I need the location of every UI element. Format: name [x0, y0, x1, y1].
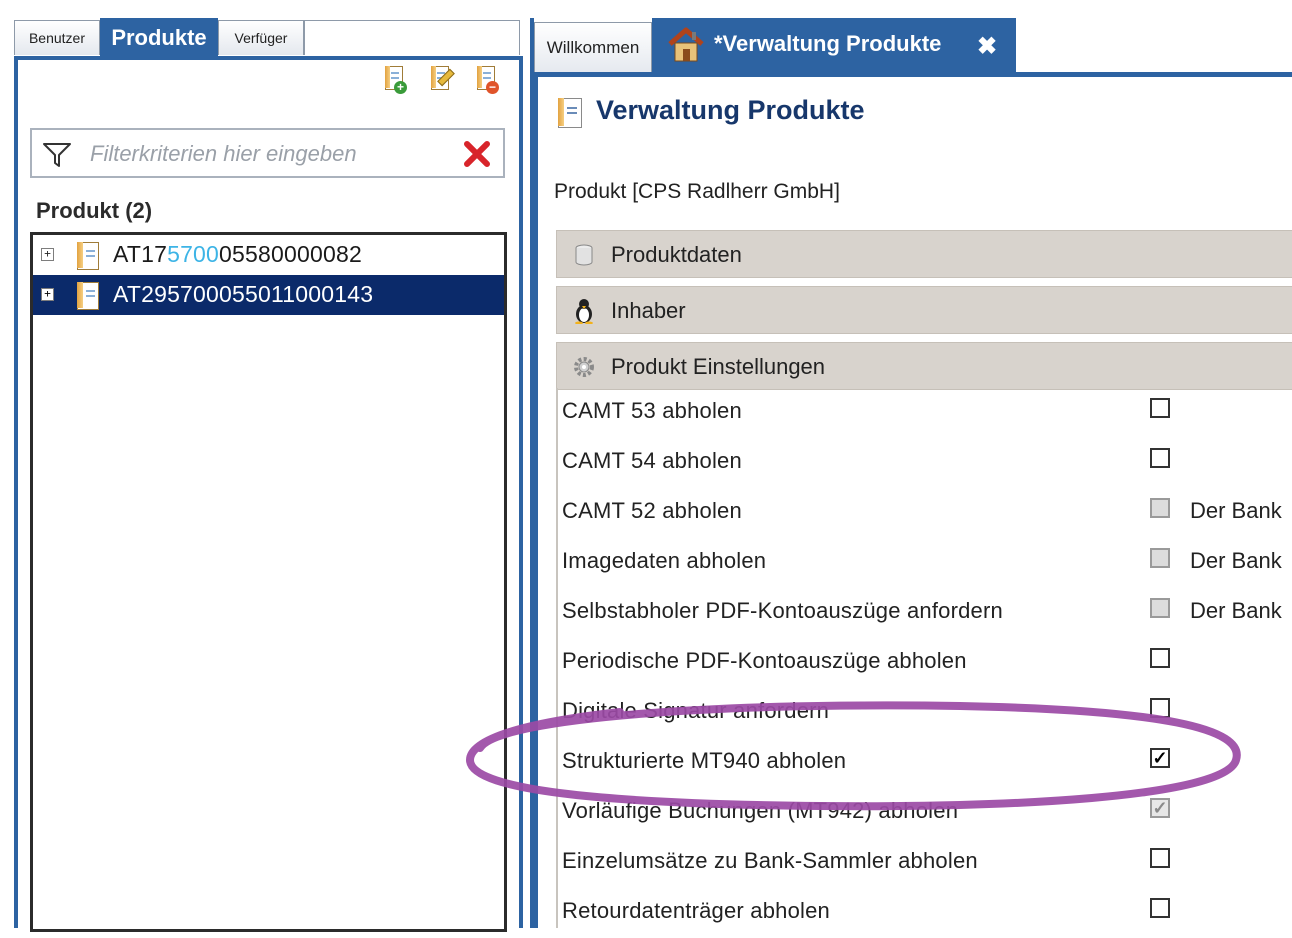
delete-product-button[interactable]: − — [471, 64, 501, 96]
tab-verfueger[interactable]: Verfüger — [218, 20, 304, 55]
entity-label: Produkt [CPS Radlherr GmbH] — [554, 180, 840, 203]
gear-icon — [574, 357, 594, 377]
setting-checkbox: ✓ — [1150, 798, 1170, 818]
person-icon — [575, 299, 593, 324]
section-label: Produkt Einstellungen — [611, 354, 826, 379]
setting-label: CAMT 54 abholen — [562, 448, 742, 473]
bank-note: Der Bank — [1190, 598, 1282, 623]
tab-benutzer[interactable]: Benutzer — [14, 20, 100, 55]
setting-checkbox[interactable] — [1150, 398, 1170, 418]
tab-willkommen[interactable]: Willkommen — [534, 22, 652, 73]
setting-label: Strukturierte MT940 abholen — [562, 748, 847, 773]
setting-checkbox[interactable] — [1150, 898, 1170, 918]
setting-label: Retourdatenträger abholen — [562, 898, 830, 923]
setting-label: Periodische PDF-Kontoauszüge abholen — [562, 648, 967, 673]
filter-input[interactable] — [88, 138, 452, 170]
setting-label: Imagedaten abholen — [562, 548, 767, 573]
setting-label: CAMT 53 abholen — [562, 398, 742, 423]
setting-checkbox[interactable] — [1150, 698, 1170, 718]
section-label: Inhaber — [611, 298, 686, 323]
setting-row: Periodische PDF-Kontoauszüge abholen — [558, 638, 1292, 688]
setting-row: Strukturierte MT940 abholen ✓ — [558, 738, 1292, 788]
page-title: Verwaltung Produkte — [596, 95, 865, 125]
section-produktdaten[interactable]: Produktdaten — [556, 230, 1292, 278]
edit-product-button[interactable] — [425, 64, 455, 96]
tree-row-product-2[interactable]: + AT295700055011000143 — [33, 275, 504, 315]
home-icon — [668, 27, 704, 62]
setting-checkbox — [1150, 548, 1170, 568]
product-tree: + AT17570005580000082 + AT29570005501100… — [30, 232, 507, 932]
setting-label: Selbstabholer PDF-Kontoauszüge anfordern — [562, 598, 1003, 623]
setting-checkbox[interactable] — [1150, 448, 1170, 468]
setting-row: Einzelumsätze zu Bank-Sammler abholen — [558, 838, 1292, 888]
section-inhaber[interactable]: Inhaber — [556, 286, 1292, 334]
setting-row: Selbstabholer PDF-Kontoauszüge anfordern… — [558, 588, 1292, 638]
product-document-icon — [77, 282, 99, 310]
setting-row: Vorläufige Buchungen (MT942) abholen ✓ — [558, 788, 1292, 838]
setting-label: CAMT 52 abholen — [562, 498, 742, 523]
section-produkt-einstellungen[interactable]: Produkt Einstellungen — [556, 342, 1292, 390]
setting-label: Einzelumsätze zu Bank-Sammler abholen — [562, 848, 978, 873]
product-iban-label: AT17570005580000082 — [113, 241, 362, 267]
page-document-icon — [558, 98, 582, 128]
setting-checkbox[interactable] — [1150, 648, 1170, 668]
section-label: Produktdaten — [611, 242, 742, 267]
bank-note: Der Bank — [1190, 548, 1282, 573]
filter-box — [30, 128, 505, 178]
bank-note: Der Bank — [1190, 498, 1282, 523]
setting-label: Digitale Signatur anfordern — [562, 698, 830, 723]
left-tab-strip: Benutzer Produkte Verfüger — [14, 18, 527, 58]
setting-checkbox — [1150, 498, 1170, 518]
database-icon — [575, 244, 593, 266]
setting-row: CAMT 54 abholen — [558, 438, 1292, 488]
clear-filter-icon[interactable] — [463, 140, 491, 168]
expand-icon[interactable]: + — [41, 288, 54, 301]
setting-checkbox — [1150, 598, 1170, 618]
tab-produkte[interactable]: Produkte — [100, 18, 218, 57]
product-count-heading: Produkt (2) — [36, 198, 153, 223]
filter-icon — [43, 143, 71, 167]
setting-row: CAMT 53 abholen — [558, 388, 1292, 438]
close-tab-icon[interactable]: ✖ — [977, 32, 997, 61]
editor-tab-strip: Willkommen *Verwaltung Produkte ✖ — [534, 18, 1292, 74]
tab-verwaltung-produkte[interactable]: *Verwaltung Produkte ✖ — [652, 18, 1016, 74]
product-iban-label: AT295700055011000143 — [113, 281, 374, 307]
product-toolbar: + − — [379, 64, 509, 98]
left-panel: Benutzer Produkte Verfüger + − Filterkri… — [14, 0, 527, 932]
setting-row: CAMT 52 abholen Der Bank — [558, 488, 1292, 538]
settings-list: CAMT 53 abholen CAMT 54 abholen CAMT 52 … — [556, 388, 1292, 928]
right-panel: Willkommen *Verwaltung Produkte ✖ Verwal… — [530, 0, 1292, 928]
setting-checkbox[interactable] — [1150, 848, 1170, 868]
tree-row-product-1[interactable]: + AT17570005580000082 — [33, 235, 504, 275]
tab-strip-spacer — [304, 20, 520, 55]
setting-checkbox[interactable]: ✓ — [1150, 748, 1170, 768]
setting-row: Imagedaten abholen Der Bank — [558, 538, 1292, 588]
product-document-icon — [77, 242, 99, 270]
setting-label: Vorläufige Buchungen (MT942) abholen — [562, 798, 959, 823]
add-product-button[interactable]: + — [379, 64, 409, 96]
tab-title: *Verwaltung Produkte — [714, 31, 942, 56]
setting-row: Retourdatenträger abholen — [558, 888, 1292, 938]
expand-icon[interactable]: + — [41, 248, 54, 261]
setting-row: Digitale Signatur anfordern — [558, 688, 1292, 738]
